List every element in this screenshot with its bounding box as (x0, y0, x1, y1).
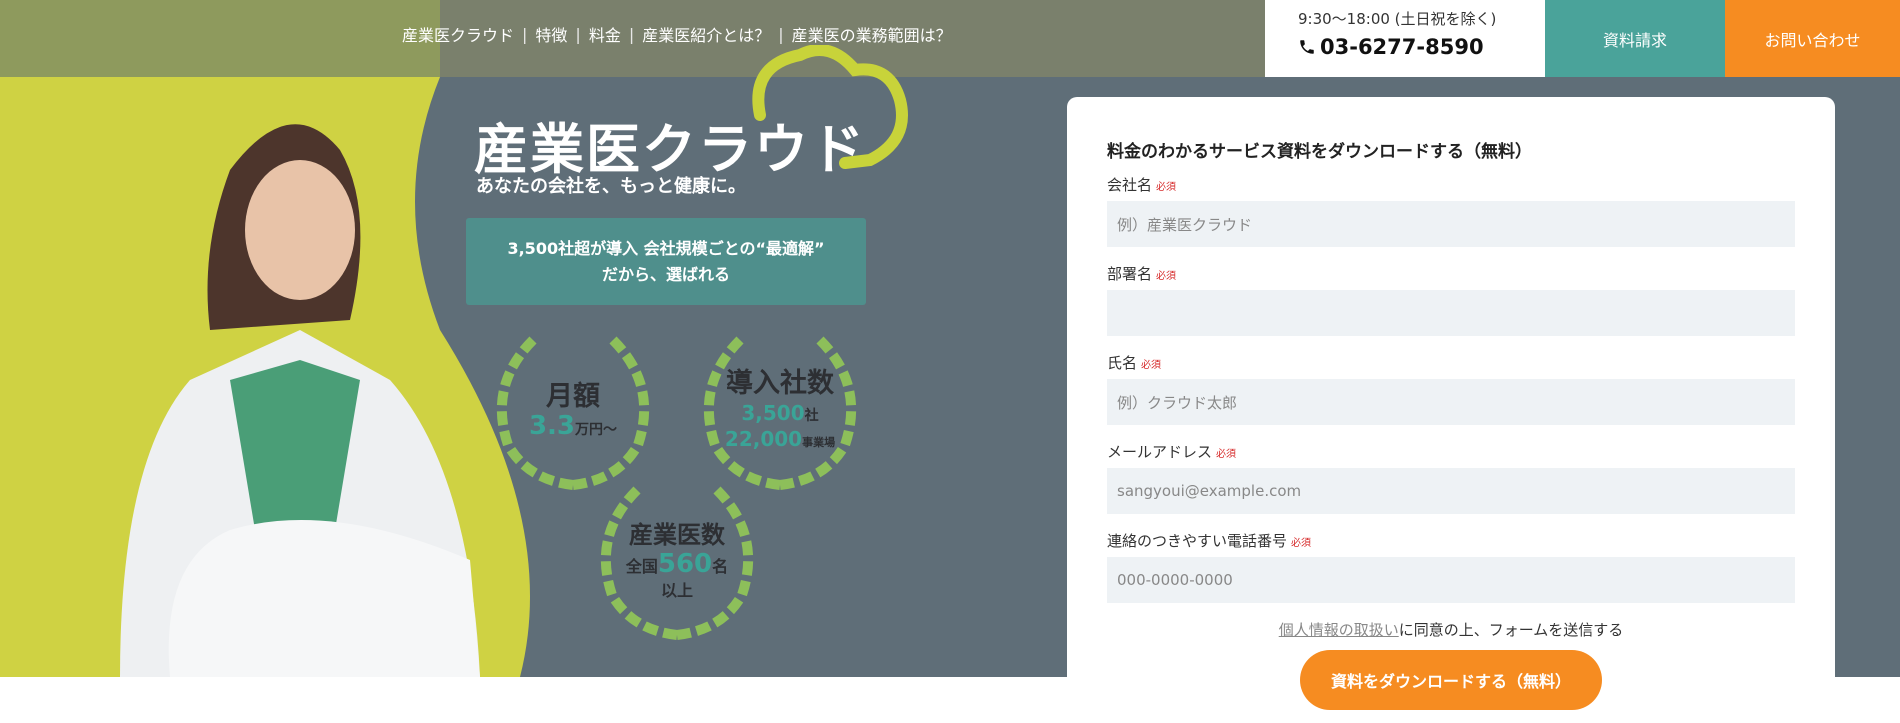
email-input[interactable]: sangyoui@example.com (1107, 468, 1795, 514)
nav-separator: | (522, 24, 528, 44)
field-label-text: 部署名 (1107, 265, 1153, 283)
contact-info: 9:30〜18:00 (土日祝を除く) 03-6277-8590 (1265, 0, 1545, 77)
badge-companies: 導入社数 3,500 社 22,000 事業場 (685, 325, 875, 495)
badge-monthly-title: 月額 (546, 381, 600, 412)
name-placeholder: 例）クラウド太郎 (1117, 393, 1238, 412)
badge-sites-unit: 事業場 (802, 436, 836, 449)
nav-link-scope[interactable]: 産業医の業務範囲は？ (792, 22, 952, 46)
field-label-text: 連絡のつきやすい電話番号 (1107, 532, 1288, 550)
contact-button[interactable]: お問い合わせ (1725, 0, 1900, 77)
nav-link-features[interactable]: 特徴 (535, 22, 567, 46)
highlight-line-1: 3,500社超が導入 会社規模ごとの“最適解” (507, 238, 825, 258)
consent-text: 個人情報の取扱いに同意の上、フォームを送信する (1107, 619, 1795, 640)
consent-message: に同意の上、フォームを送信する (1398, 621, 1624, 639)
required-badge: 必須 (1291, 538, 1312, 549)
phone-icon (1300, 40, 1314, 54)
download-form: 料金のわかるサービス資料をダウンロードする（無料） 会社名 必須 例）産業医クラ… (1067, 97, 1835, 723)
badge-companies-title: 導入社数 (726, 368, 834, 399)
phone-input[interactable]: 000-0000-0000 (1107, 557, 1795, 603)
field-label-text: 氏名 (1107, 354, 1138, 372)
tagline: あなたの会社を、もっと健康に。 (476, 176, 746, 197)
badge-companies-value: 3,500 (741, 401, 805, 425)
company-placeholder: 例）産業医クラウド (1117, 215, 1253, 234)
highlight-line-2: だから、選ばれる (601, 264, 730, 284)
phone-number-text: 03-6277-8590 (1320, 35, 1484, 59)
field-label-text: 会社名 (1107, 176, 1153, 194)
required-badge: 必須 (1156, 182, 1177, 193)
nav-link-pricing[interactable]: 料金 (589, 22, 621, 46)
required-badge: 必須 (1156, 271, 1177, 282)
badge-sites-value: 22,000 (724, 427, 803, 451)
badge-monthly-value: 3.3 (528, 411, 576, 441)
phone-number[interactable]: 03-6277-8590 (1298, 35, 1545, 59)
email-placeholder: sangyoui@example.com (1117, 482, 1302, 500)
field-label-phone: 連絡のつきやすい電話番号 必須 (1107, 530, 1795, 551)
submit-download-button[interactable]: 資料をダウンロードする（無料） (1300, 650, 1602, 710)
badge-doctors: 産業医数 全国 560 名 以上 (582, 475, 772, 645)
business-hours: 9:30〜18:00 (土日祝を除く) (1298, 10, 1497, 28)
logo[interactable]: 産業医クラウド (470, 45, 910, 181)
nav-link-introduction[interactable]: 産業医紹介とは？ (642, 22, 770, 46)
field-label-company: 会社名 必須 (1107, 174, 1795, 195)
field-label-email: メールアドレス 必須 (1107, 441, 1795, 462)
nav-separator: | (575, 24, 581, 44)
required-badge: 必須 (1141, 360, 1162, 371)
badge-doctors-title: 産業医数 (629, 521, 725, 549)
badge-doctors-suffix: 以上 (660, 581, 693, 600)
main-nav: 産業医クラウド | 特徴 | 料金 | 産業医紹介とは？ | 産業医の業務範囲は… (402, 22, 952, 46)
phone-placeholder: 000-0000-0000 (1117, 571, 1233, 589)
badge-companies-unit: 社 (804, 408, 819, 424)
request-materials-button[interactable]: 資料請求 (1545, 0, 1725, 77)
nav-separator: | (628, 24, 635, 44)
highlight-banner: 3,500社超が導入 会社規模ごとの“最適解” だから、選ばれる (466, 218, 866, 305)
department-input[interactable] (1107, 290, 1795, 336)
nav-separator: | (778, 24, 784, 44)
required-badge: 必須 (1216, 449, 1237, 460)
nav-link-home[interactable]: 産業医クラウド (402, 22, 514, 46)
field-label-department: 部署名 必須 (1107, 263, 1795, 284)
form-title: 料金のわかるサービス資料をダウンロードする（無料） (1107, 142, 1532, 162)
badge-monthly-unit: 万円〜 (575, 422, 618, 438)
company-input[interactable]: 例）産業医クラウド (1107, 201, 1795, 247)
badge-doctors-unit: 名 (712, 557, 729, 576)
privacy-policy-link[interactable]: 個人情報の取扱い (1279, 621, 1399, 639)
badge-doctors-prefix: 全国 (625, 557, 658, 576)
name-input[interactable]: 例）クラウド太郎 (1107, 379, 1795, 425)
field-label-name: 氏名 必須 (1107, 352, 1795, 373)
badge-doctors-value: 560 (657, 549, 713, 579)
badge-monthly-price: 月額 3.3 万円〜 (478, 325, 668, 495)
field-label-text: メールアドレス (1107, 443, 1213, 461)
